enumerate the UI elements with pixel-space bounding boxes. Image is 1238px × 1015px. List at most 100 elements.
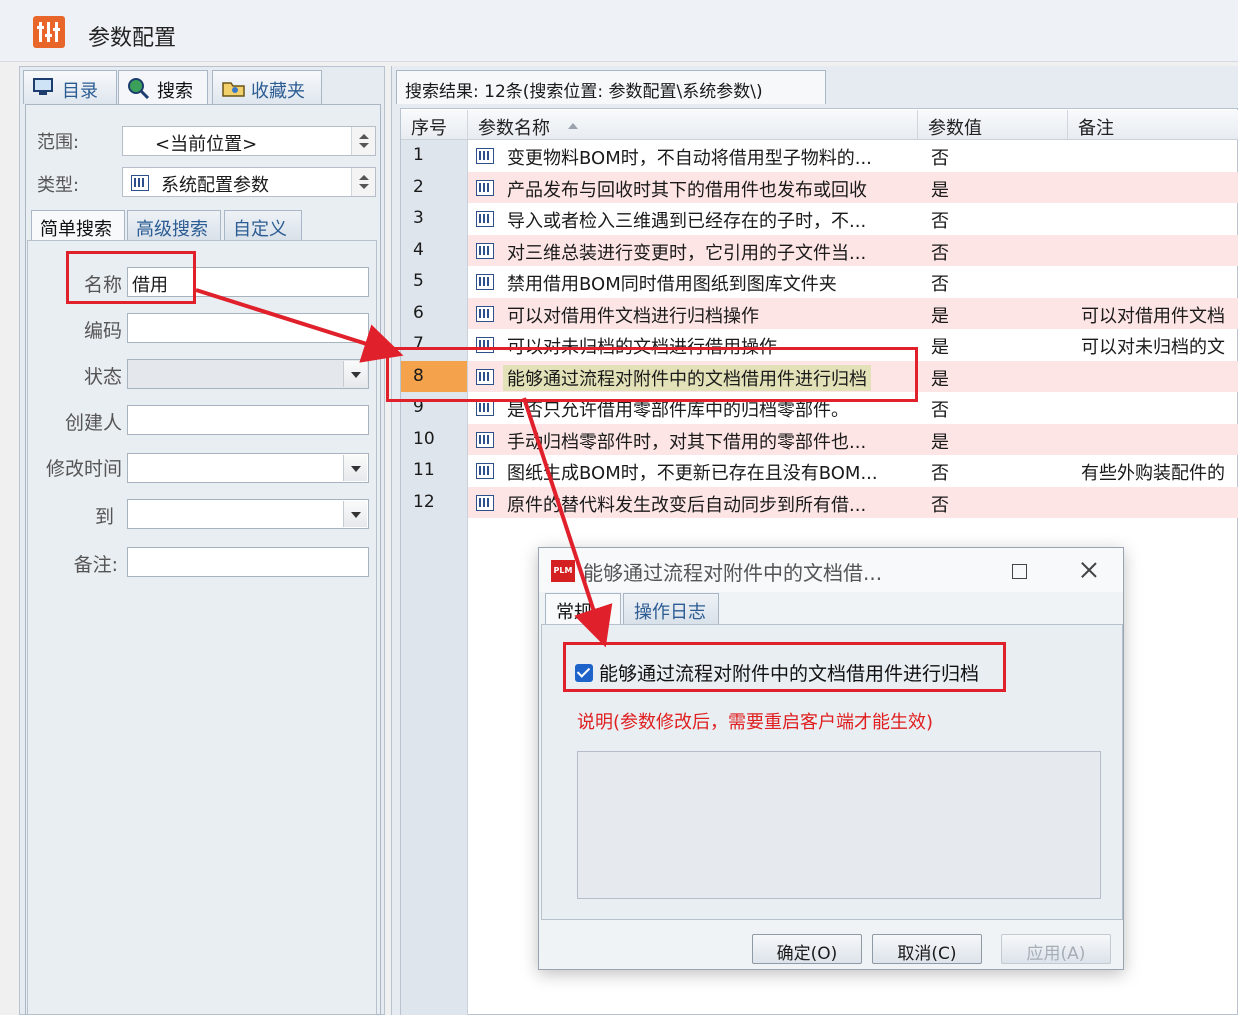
column-header-name[interactable]: 参数名称 xyxy=(468,110,918,140)
table-row[interactable]: 10 手动归档零部件时，对其下借用的零部件也... 是 xyxy=(401,423,1238,455)
monitor-icon xyxy=(32,77,56,97)
row-name: 禁用借用BOM同时借用图纸到图库文件夹 xyxy=(507,274,837,295)
annotation-box-name-field xyxy=(66,251,196,304)
remark-label: 备注: xyxy=(73,554,118,576)
row-value: 否 xyxy=(931,463,949,484)
row-header-filler xyxy=(401,518,468,1015)
tab-advanced-search[interactable]: 高级搜索 xyxy=(127,210,221,240)
search-globe-icon xyxy=(127,77,151,100)
spinner-icon[interactable] xyxy=(351,127,375,155)
scope-select[interactable]: <当前位置> xyxy=(122,126,376,156)
apply-button[interactable]: 应用(A) xyxy=(1001,934,1111,964)
dialog-title: 能够通过流程对附件中的文档借... xyxy=(583,561,883,585)
row-name: 图纸生成BOM时，不更新已存在且没有BOM... xyxy=(507,463,878,484)
parameter-icon xyxy=(476,179,494,196)
row-index: 6 xyxy=(401,297,468,329)
row-index: 12 xyxy=(401,486,468,518)
table-row[interactable]: 6 可以对借用件文档进行归档操作 是 可以对借用件文档 xyxy=(401,297,1238,329)
chevron-down-icon[interactable] xyxy=(343,455,367,481)
creator-label: 创建人 xyxy=(64,412,122,434)
table-row[interactable]: 4 对三维总装进行变更时，它引用的子文件当... 否 xyxy=(401,234,1238,266)
parameter-dialog: PLM 能够通过流程对附件中的文档借... 常规 操作日志 能够通过流程对附件中… xyxy=(538,547,1124,970)
chevron-down-icon[interactable] xyxy=(343,501,367,527)
annotation-box-checkbox xyxy=(563,642,1006,692)
ok-button[interactable]: 确定(O) xyxy=(752,934,862,964)
row-index: 1 xyxy=(401,140,468,172)
settings-sliders-icon xyxy=(33,16,65,48)
status-select[interactable] xyxy=(127,359,369,389)
row-index: 11 xyxy=(401,455,468,487)
parameter-icon xyxy=(131,175,149,191)
window-title: 参数配置 xyxy=(88,26,177,51)
tab-search[interactable]: 搜索 xyxy=(118,70,208,104)
code-label: 编码 xyxy=(83,320,122,342)
table-row[interactable]: 12 原件的替代料发生改变后自动同步到所有借... 否 xyxy=(401,486,1238,518)
table-row[interactable]: 1 变更物料BOM时，不自动将借用型子物料的... 否 xyxy=(401,140,1238,172)
parameter-icon xyxy=(476,494,494,511)
column-header-remark[interactable]: 备注 xyxy=(1068,110,1238,140)
status-label: 状态 xyxy=(83,366,122,388)
table-row[interactable]: 11 图纸生成BOM时，不更新已存在且没有BOM... 否 有些外购装配件的 xyxy=(401,455,1238,487)
row-name: 原件的替代料发生改变后自动同步到所有借... xyxy=(507,494,867,516)
row-value: 否 xyxy=(931,274,949,295)
modified-time-label: 修改时间 xyxy=(45,458,122,480)
close-icon[interactable] xyxy=(1071,556,1107,584)
maximize-icon[interactable] xyxy=(1001,556,1037,584)
tab-custom[interactable]: 自定义 xyxy=(224,210,302,240)
row-value: 是 xyxy=(931,305,949,327)
annotation-box-row-8 xyxy=(386,347,918,402)
type-select[interactable]: 系统配置参数 xyxy=(122,167,376,197)
type-value: 系统配置参数 xyxy=(161,175,269,196)
row-value: 否 xyxy=(931,148,949,169)
tab-search-results[interactable]: 搜索结果: 12条(搜索位置: 参数配置\系统参数\) xyxy=(396,70,826,104)
scope-value: <当前位置> xyxy=(155,134,258,155)
parameter-icon xyxy=(476,305,494,322)
to-time-picker[interactable] xyxy=(127,499,369,529)
parameter-icon xyxy=(476,431,494,448)
table-row[interactable]: 3 导入或者检入三维遇到已经存在的子时，不... 否 xyxy=(401,203,1238,235)
window-titlebar xyxy=(0,0,1238,62)
tab-favorites[interactable]: 收藏夹 xyxy=(212,70,322,104)
simple-search-form xyxy=(27,240,377,1015)
column-header-value[interactable]: 参数值 xyxy=(918,110,1068,140)
row-value: 否 xyxy=(931,242,949,264)
parameter-icon xyxy=(476,274,494,290)
row-value: 是 xyxy=(931,431,949,453)
column-header-index[interactable]: 序号 xyxy=(401,110,468,140)
remark-input[interactable] xyxy=(127,547,369,577)
row-value: 否 xyxy=(931,494,949,516)
row-name: 产品发布与回收时其下的借用件也发布或回收 xyxy=(507,179,867,201)
code-input[interactable] xyxy=(127,313,369,343)
tab-simple-search[interactable]: 简单搜索 xyxy=(31,210,125,240)
cancel-button[interactable]: 取消(C) xyxy=(872,934,982,964)
tab-operation-log[interactable]: 操作日志 xyxy=(623,593,719,624)
row-note: 可以对借用件文档 xyxy=(1081,305,1225,327)
row-name: 对三维总装进行变更时，它引用的子文件当... xyxy=(507,242,867,264)
type-label: 类型: xyxy=(37,175,80,196)
tab-general[interactable]: 常规 xyxy=(545,593,621,624)
row-index: 4 xyxy=(401,234,468,266)
row-value: 否 xyxy=(931,400,949,421)
tab-search-label: 搜索 xyxy=(157,81,193,102)
row-value: 是 xyxy=(931,179,949,201)
modified-time-picker[interactable] xyxy=(127,453,369,483)
row-name: 手动归档零部件时，对其下借用的零部件也... xyxy=(507,431,867,453)
sort-ascending-icon xyxy=(568,123,578,129)
tab-catalog-label: 目录 xyxy=(62,81,98,102)
description-textarea[interactable] xyxy=(577,751,1101,899)
minimize-icon[interactable] xyxy=(942,556,978,584)
row-value: 是 xyxy=(931,368,949,390)
tab-catalog[interactable]: 目录 xyxy=(23,70,117,104)
row-name: 导入或者检入三维遇到已经存在的子时，不... xyxy=(507,211,867,232)
parameter-icon xyxy=(476,463,494,479)
table-row[interactable]: 2 产品发布与回收时其下的借用件也发布或回收 是 xyxy=(401,171,1238,203)
scope-label: 范围: xyxy=(37,132,80,153)
row-note: 有些外购装配件的 xyxy=(1081,463,1225,484)
spinner-icon[interactable] xyxy=(351,168,375,196)
chevron-down-icon[interactable] xyxy=(343,361,367,387)
table-row[interactable]: 5 禁用借用BOM同时借用图纸到图库文件夹 否 xyxy=(401,266,1238,298)
parameter-icon xyxy=(476,211,494,227)
row-index: 10 xyxy=(401,423,468,455)
creator-input[interactable] xyxy=(127,405,369,435)
plm-logo-icon: PLM xyxy=(551,560,575,582)
